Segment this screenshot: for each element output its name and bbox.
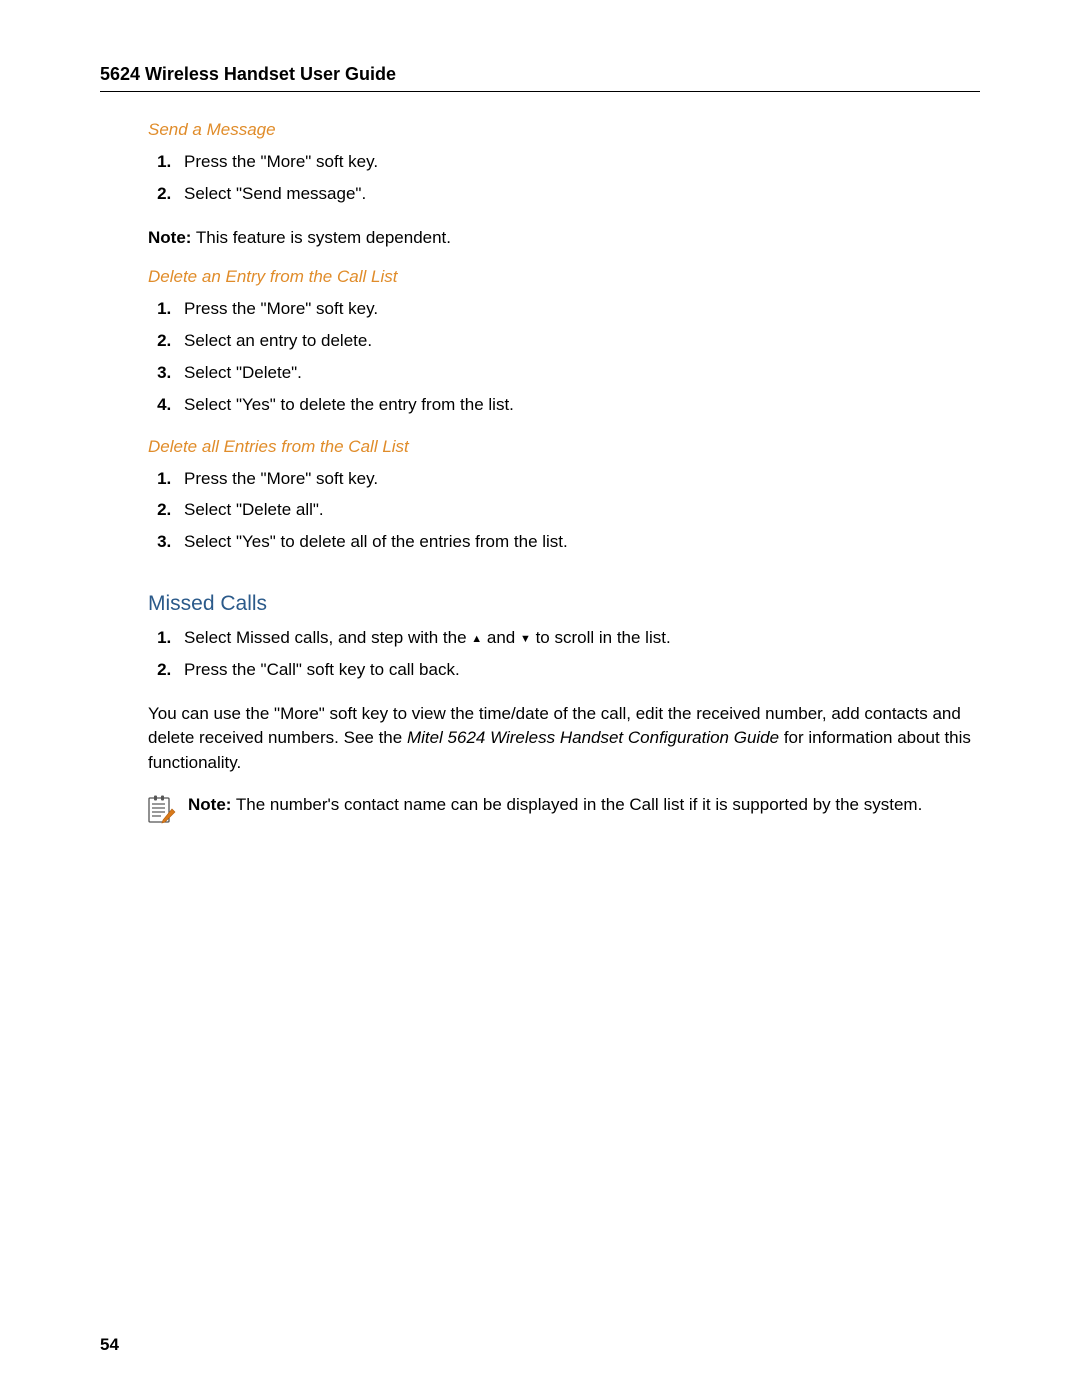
- note-label: Note:: [148, 228, 191, 247]
- list-item: Press the "More" soft key.: [176, 467, 980, 491]
- list-item: Select "Yes" to delete the entry from th…: [176, 393, 980, 417]
- missed-calls-steps: Select Missed calls, and step with the ▲…: [148, 626, 980, 682]
- page-content: Send a Message Press the "More" soft key…: [148, 120, 980, 830]
- note-block: Note: The number's contact name can be d…: [188, 793, 922, 818]
- reference-title: Mitel 5624 Wireless Handset Configuratio…: [407, 728, 779, 747]
- section-heading-delete-entry: Delete an Entry from the Call List: [148, 267, 980, 287]
- note-icon: [148, 793, 176, 830]
- delete-all-steps: Press the "More" soft key. Select "Delet…: [148, 467, 980, 554]
- missed-calls-paragraph: You can use the "More" soft key to view …: [148, 702, 980, 776]
- list-item: Press the "More" soft key.: [176, 297, 980, 321]
- list-item: Select "Delete".: [176, 361, 980, 385]
- section-heading-delete-all: Delete all Entries from the Call List: [148, 437, 980, 457]
- list-item: Select an entry to delete.: [176, 329, 980, 353]
- note-text: This feature is system dependent.: [191, 228, 451, 247]
- list-item: Select "Send message".: [176, 182, 980, 206]
- page-number: 54: [100, 1335, 119, 1355]
- note-paragraph: Note: This feature is system dependent.: [148, 226, 980, 250]
- header-divider: [100, 91, 980, 92]
- document-page: 5624 Wireless Handset User Guide Send a …: [0, 0, 1080, 1397]
- list-item: Press the "More" soft key.: [176, 150, 980, 174]
- list-item: Press the "Call" soft key to call back.: [176, 658, 980, 682]
- delete-entry-steps: Press the "More" soft key. Select an ent…: [148, 297, 980, 416]
- note-text: The number's contact name can be display…: [231, 795, 922, 814]
- note-label: Note:: [188, 795, 231, 814]
- send-message-steps: Press the "More" soft key. Select "Send …: [148, 150, 980, 206]
- list-item: Select "Delete all".: [176, 498, 980, 522]
- note-row: Note: The number's contact name can be d…: [148, 793, 980, 830]
- arrow-up-icon: ▲: [471, 633, 482, 645]
- section-heading-send-message: Send a Message: [148, 120, 980, 140]
- step-text-prefix: Select Missed calls, and step with the: [184, 628, 471, 647]
- list-item: Select "Yes" to delete all of the entrie…: [176, 530, 980, 554]
- step-text-suffix: to scroll in the list.: [531, 628, 671, 647]
- section-heading-missed-calls: Missed Calls: [148, 592, 980, 616]
- arrow-down-icon: ▼: [520, 633, 531, 645]
- page-header-title: 5624 Wireless Handset User Guide: [100, 64, 980, 85]
- list-item: Select Missed calls, and step with the ▲…: [176, 626, 980, 650]
- step-text-mid: and: [482, 628, 520, 647]
